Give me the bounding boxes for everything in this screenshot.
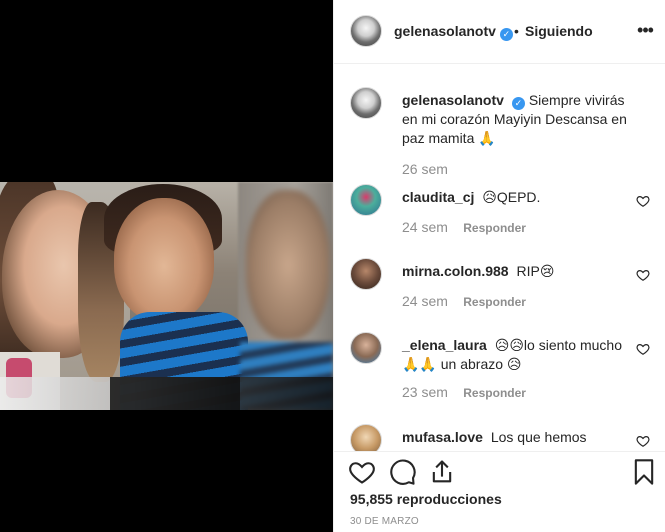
- avatar[interactable]: [350, 332, 382, 364]
- video-figure: [246, 190, 330, 340]
- comment-icon[interactable]: [389, 458, 417, 486]
- comment-time[interactable]: 23 sem: [402, 384, 448, 400]
- comment-item: _elena_laura 😥😥lo siento mucho 🙏🙏 un abr…: [350, 332, 650, 412]
- more-options-icon[interactable]: •••: [634, 18, 656, 42]
- video-figure: [114, 198, 214, 322]
- like-comment-heart-icon[interactable]: [636, 342, 650, 356]
- comment-text-block: mirna.colon.988 RIP😢: [402, 262, 632, 281]
- post-date[interactable]: 30 DE MARZO: [350, 516, 419, 527]
- caption-username[interactable]: gelenasolanotv: [402, 92, 504, 108]
- reply-button[interactable]: Responder: [463, 295, 526, 309]
- comment-item: claudita_cj 😥QEPD. 24 sem Responder: [350, 184, 650, 254]
- comment-text-block: mufasa.love Los que hemos: [402, 428, 632, 447]
- reply-button[interactable]: Responder: [463, 386, 526, 400]
- video-player[interactable]: [0, 182, 333, 410]
- comment-meta: 23 sem Responder: [402, 384, 526, 400]
- username-link[interactable]: gelenasolanotv: [394, 23, 496, 39]
- avatar[interactable]: [350, 87, 382, 119]
- view-count[interactable]: 95,855 reproducciones: [350, 491, 502, 507]
- comment-text: RIP😢: [516, 263, 555, 279]
- comments-list[interactable]: gelenasolanotv ✓ Siempre vivirás en mi co…: [334, 65, 665, 451]
- video-overlay: [110, 377, 240, 410]
- separator: •: [514, 23, 519, 39]
- comment-username[interactable]: mufasa.love: [402, 429, 483, 445]
- comment-item: mirna.colon.988 RIP😢 24 sem Responder: [350, 258, 650, 328]
- comment-meta: 24 sem Responder: [402, 293, 526, 309]
- comment-text: Los que hemos: [490, 429, 587, 445]
- header-username[interactable]: gelenasolanotv ✓: [394, 23, 513, 41]
- comment-text-block: _elena_laura 😥😥lo siento mucho 🙏🙏 un abr…: [402, 336, 632, 374]
- like-comment-heart-icon[interactable]: [636, 194, 650, 208]
- avatar[interactable]: [350, 15, 382, 47]
- bookmark-icon[interactable]: [630, 458, 658, 486]
- post-header: gelenasolanotv ✓ • Siguiendo •••: [334, 0, 665, 64]
- caption-text-block: gelenasolanotv ✓ Siempre vivirás en mi co…: [402, 91, 632, 148]
- comment-time[interactable]: 24 sem: [402, 293, 448, 309]
- comment-meta: 24 sem Responder: [402, 219, 526, 235]
- caption: gelenasolanotv ✓ Siempre vivirás en mi co…: [350, 87, 650, 177]
- comment-username[interactable]: mirna.colon.988: [402, 263, 509, 279]
- action-bar: [334, 451, 665, 491]
- heart-icon[interactable]: [348, 458, 376, 486]
- caption-meta: 26 sem: [402, 161, 448, 177]
- avatar[interactable]: [350, 424, 382, 451]
- avatar[interactable]: [350, 184, 382, 216]
- caption-time[interactable]: 26 sem: [402, 161, 448, 177]
- like-comment-heart-icon[interactable]: [636, 268, 650, 282]
- following-button[interactable]: Siguiendo: [525, 23, 593, 39]
- post-media[interactable]: [0, 0, 333, 532]
- share-icon[interactable]: [428, 458, 456, 486]
- avatar[interactable]: [350, 258, 382, 290]
- comment-text-block: claudita_cj 😥QEPD.: [402, 188, 632, 207]
- comment-username[interactable]: claudita_cj: [402, 189, 474, 205]
- comment-text: 😥QEPD.: [482, 189, 541, 205]
- comment-time[interactable]: 24 sem: [402, 219, 448, 235]
- post-sidebar: gelenasolanotv ✓ • Siguiendo ••• gelenaso…: [333, 0, 665, 532]
- comment-username[interactable]: _elena_laura: [402, 337, 487, 353]
- verified-badge-icon: ✓: [499, 28, 513, 41]
- reply-button[interactable]: Responder: [463, 221, 526, 235]
- verified-badge-icon: ✓: [511, 97, 525, 110]
- comment-item: mufasa.love Los que hemos: [350, 424, 650, 451]
- like-comment-heart-icon[interactable]: [636, 434, 650, 448]
